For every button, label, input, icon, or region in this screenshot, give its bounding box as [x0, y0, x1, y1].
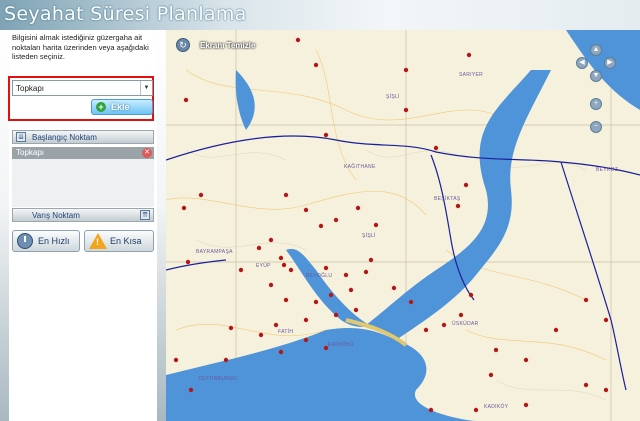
- warning-mark: !: [96, 237, 99, 247]
- district-label: BAYRAMPAŞA: [196, 249, 233, 255]
- district-label: FATİH: [278, 329, 294, 335]
- pan-left-icon[interactable]: ◀: [576, 57, 588, 69]
- add-button-label: Ekle: [111, 102, 130, 112]
- app-title: Seyahat Süresi Planlama: [4, 3, 247, 25]
- plus-icon: +: [96, 102, 106, 112]
- pan-right-icon[interactable]: ▶: [604, 57, 616, 69]
- start-point-label: Başlangıç Noktam: [32, 133, 97, 142]
- clear-icon: ↻: [176, 38, 190, 52]
- district-label: BEYKOZ: [596, 167, 619, 173]
- district-label: ŞİŞLİ: [386, 94, 400, 100]
- district-label: BEYOĞLU: [306, 273, 333, 279]
- clock-icon: [17, 233, 33, 249]
- zoom-in-icon[interactable]: +: [590, 98, 602, 110]
- double-chevron-down-icon: ⇊: [16, 132, 26, 142]
- add-button[interactable]: + Ekle: [91, 99, 153, 115]
- app-header: Seyahat Süresi Planlama: [0, 0, 640, 30]
- end-point-label: Varış Noktam: [32, 211, 80, 220]
- instruction-text: Bilgisini almak istediğiniz güzergaha ai…: [12, 33, 149, 61]
- clear-screen-label: Ekranı Temizle: [200, 41, 256, 50]
- remove-icon[interactable]: ✕: [142, 148, 152, 158]
- end-point-bar[interactable]: Varış Noktam ⇈: [12, 208, 154, 222]
- start-point-bar[interactable]: ⇊ Başlangıç Noktam: [12, 130, 154, 144]
- district-label: ŞİŞLİ: [362, 233, 376, 239]
- map-view[interactable]: ↻ Ekranı Temizle ▲ ◀ ▶ ▼ + − SARIYER ŞİŞ…: [166, 30, 640, 421]
- pan-down-icon[interactable]: ▼: [590, 70, 602, 82]
- stop-select[interactable]: Topkapı ▼: [12, 80, 153, 96]
- fastest-route-button[interactable]: En Hızlı: [12, 230, 80, 252]
- district-label: BEŞİKTAŞ: [434, 196, 461, 202]
- district-label: ZEYTİNBURNU: [198, 376, 237, 382]
- district-label: SARIYER: [459, 72, 484, 78]
- district-label: KADIKÖY: [484, 404, 509, 410]
- double-chevron-up-icon: ⇈: [140, 210, 150, 220]
- district-label: EYÜP: [256, 263, 271, 269]
- pan-up-icon[interactable]: ▲: [590, 44, 602, 56]
- chevron-down-icon[interactable]: ▼: [140, 81, 152, 95]
- district-label: ÜSKÜDAR: [452, 321, 479, 327]
- zoom-out-icon[interactable]: −: [590, 121, 602, 133]
- fastest-label: En Hızlı: [38, 236, 70, 246]
- district-label: KAĞITHANE: [344, 164, 376, 170]
- shortest-label: En Kısa: [110, 236, 142, 246]
- stop-select-value: Topkapı: [16, 84, 45, 93]
- list-item[interactable]: Topkapı ✕: [12, 147, 154, 159]
- district-label: EMİNÖNÜ: [328, 342, 354, 348]
- stop-label: Topkapı: [16, 148, 45, 157]
- stop-list-empty-area: [12, 159, 154, 207]
- map-canvas[interactable]: [166, 30, 640, 421]
- shortest-route-button[interactable]: ! En Kısa: [84, 230, 154, 252]
